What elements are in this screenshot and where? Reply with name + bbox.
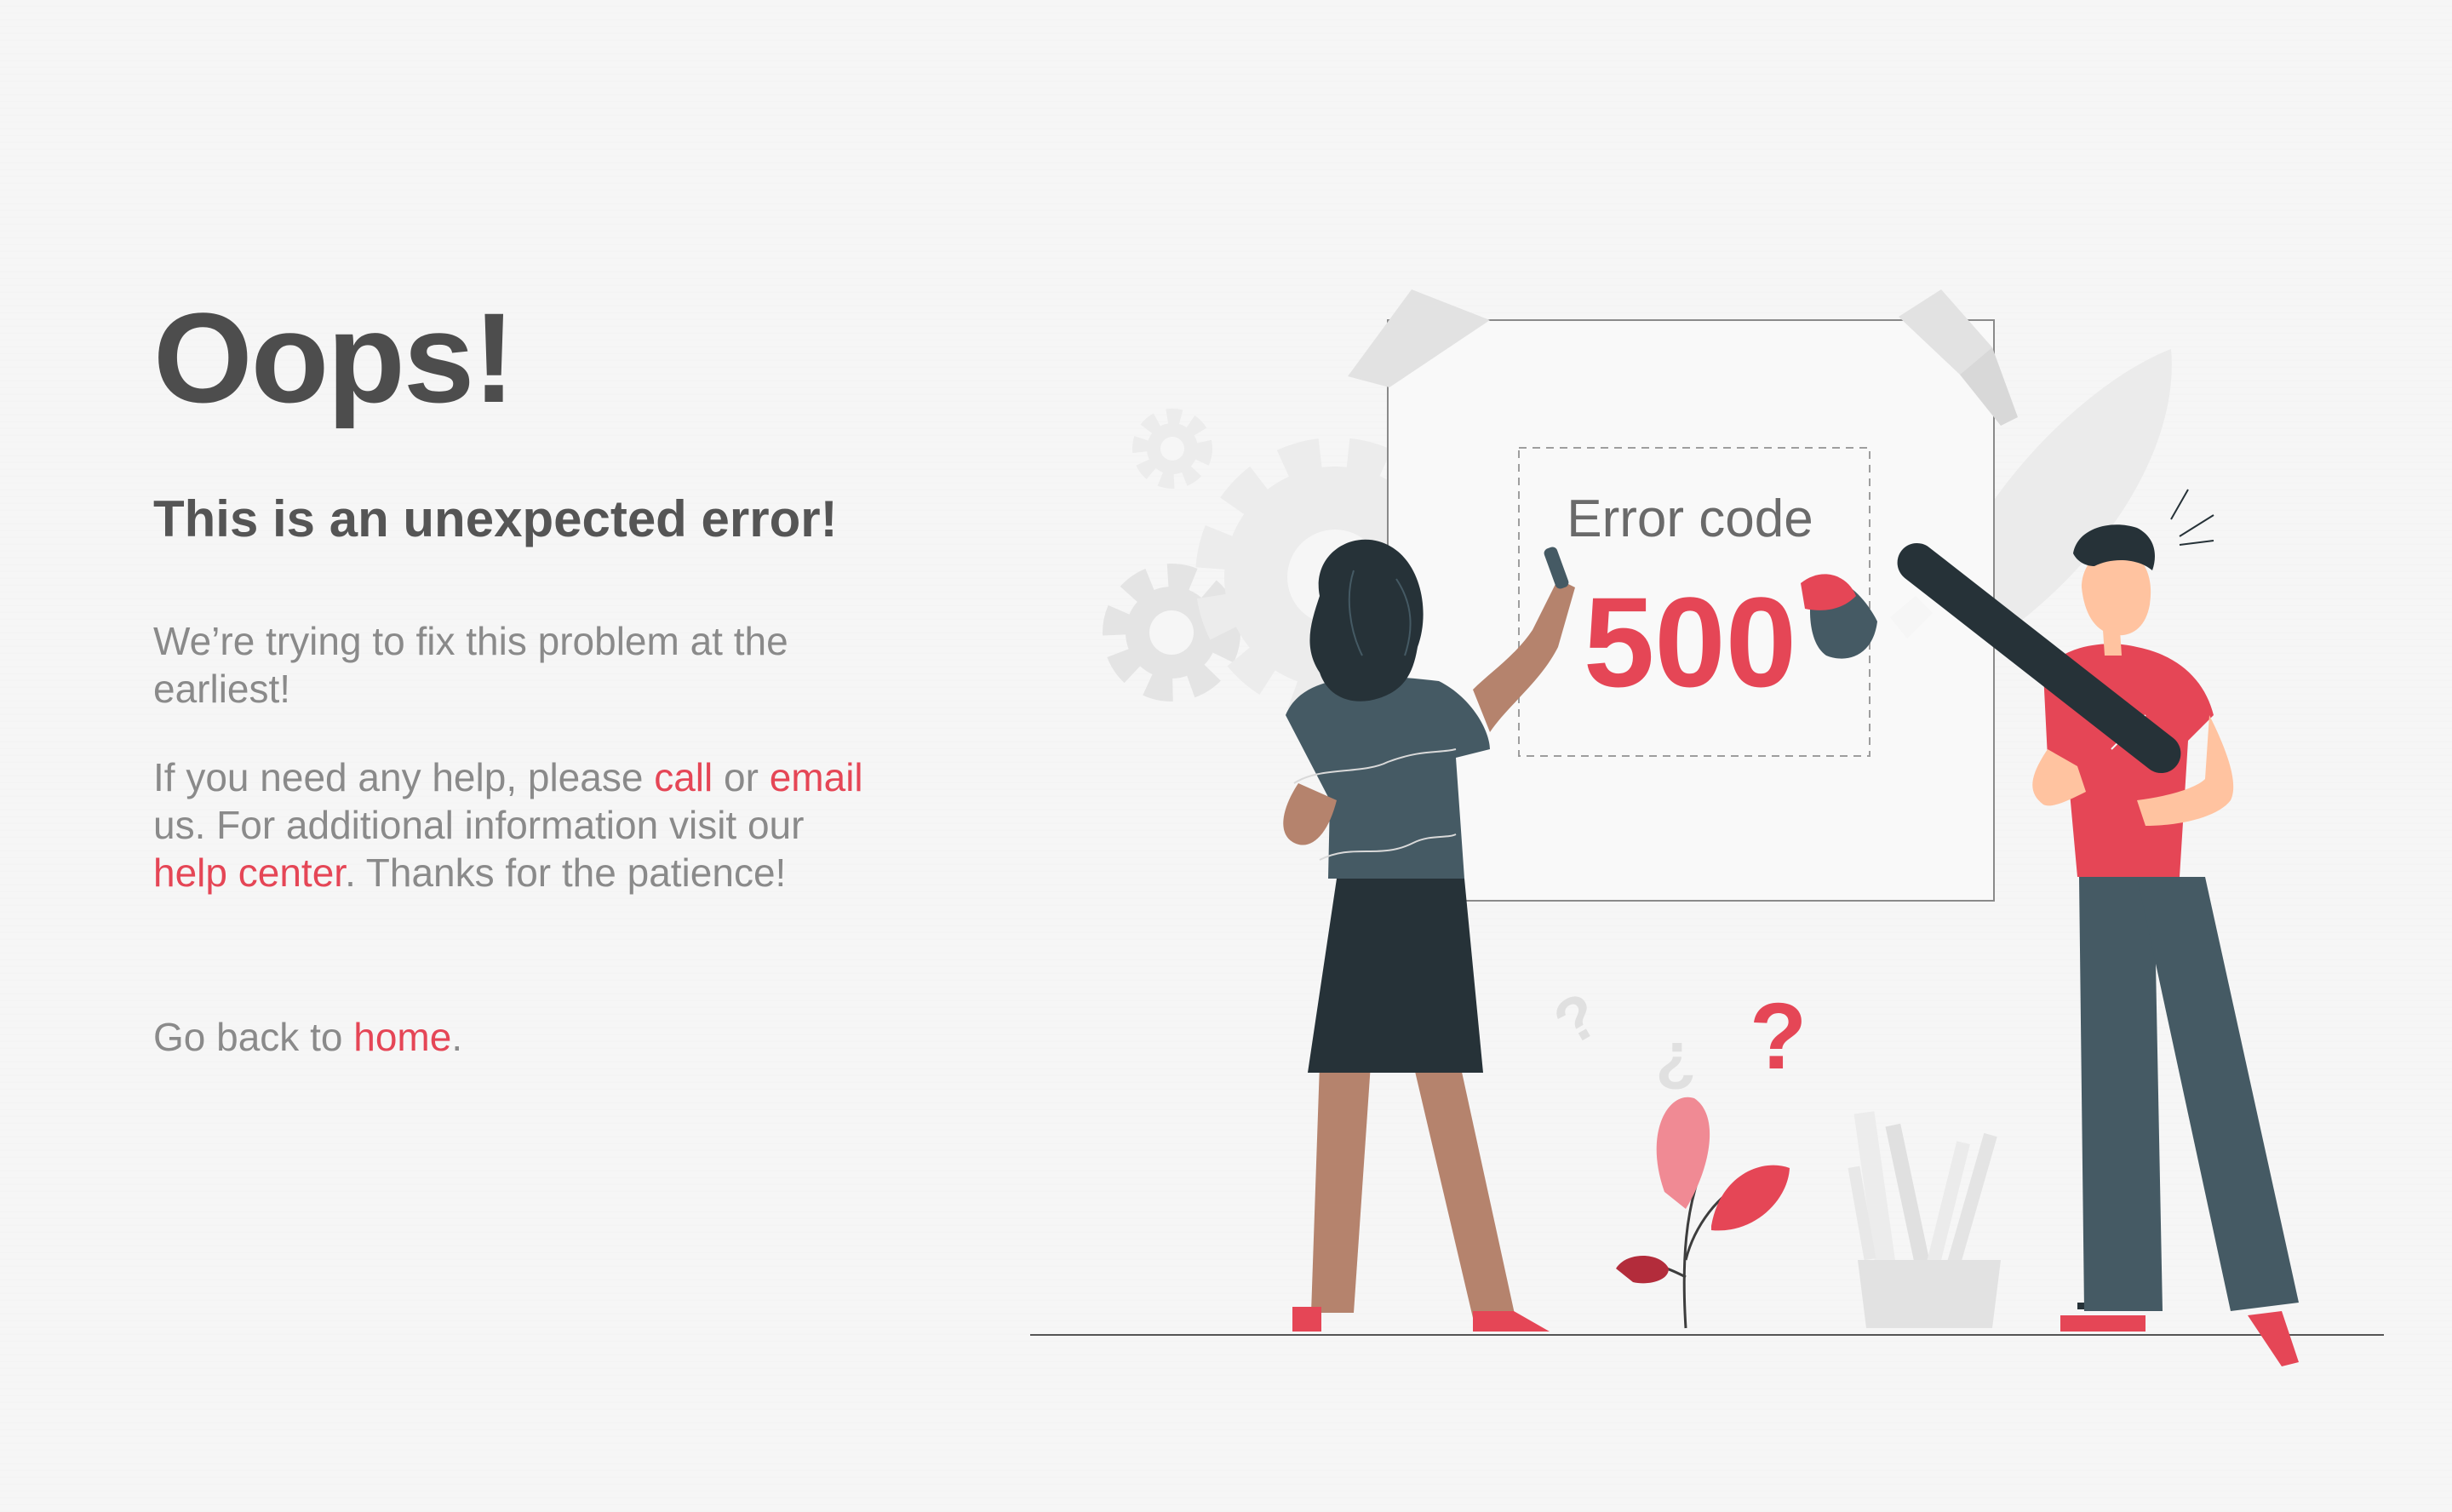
page-subtitle: This is an unexpected error! — [153, 490, 838, 547]
home-text-1: Go back to — [153, 1015, 354, 1059]
home-link[interactable]: home — [353, 1015, 451, 1059]
status-message: We’re trying to fix this problem at the … — [153, 619, 788, 711]
help-text-1: If you need any help, please — [153, 755, 655, 799]
home-message: Go back to home. — [153, 1013, 885, 1061]
pencil-cup-illustration — [1848, 1111, 2001, 1328]
error-page: Oops! This is an unexpected error! We’re… — [0, 0, 2452, 1512]
help-message: If you need any help, please call or ema… — [153, 753, 885, 896]
help-text-2: or — [713, 755, 770, 799]
email-link[interactable]: email — [770, 755, 863, 799]
home-text-2: . — [451, 1015, 463, 1059]
question-mark-red: ? — [1750, 984, 1807, 1089]
error-code-number: 500 — [1584, 570, 1796, 713]
call-link[interactable]: call — [654, 755, 713, 799]
page-title: Oops! — [153, 286, 515, 429]
help-center-link[interactable]: help center — [153, 850, 345, 895]
tiny-gear-icon — [1132, 409, 1212, 489]
error-code-label: Error code — [1567, 490, 1813, 548]
question-mark-light-2: ? — [1655, 1028, 1696, 1103]
help-text-3: us. For additional information visit our — [153, 803, 805, 847]
error-message-panel: Oops! This is an unexpected error! We’re… — [153, 286, 885, 1059]
help-text-4: . Thanks for the patience! — [345, 850, 787, 895]
question-mark-light-1: ? — [1543, 978, 1612, 1058]
error-500-illustration: Error code 500 ? ? ? — [1030, 289, 2384, 1366]
plant-illustration — [1616, 1097, 1790, 1329]
